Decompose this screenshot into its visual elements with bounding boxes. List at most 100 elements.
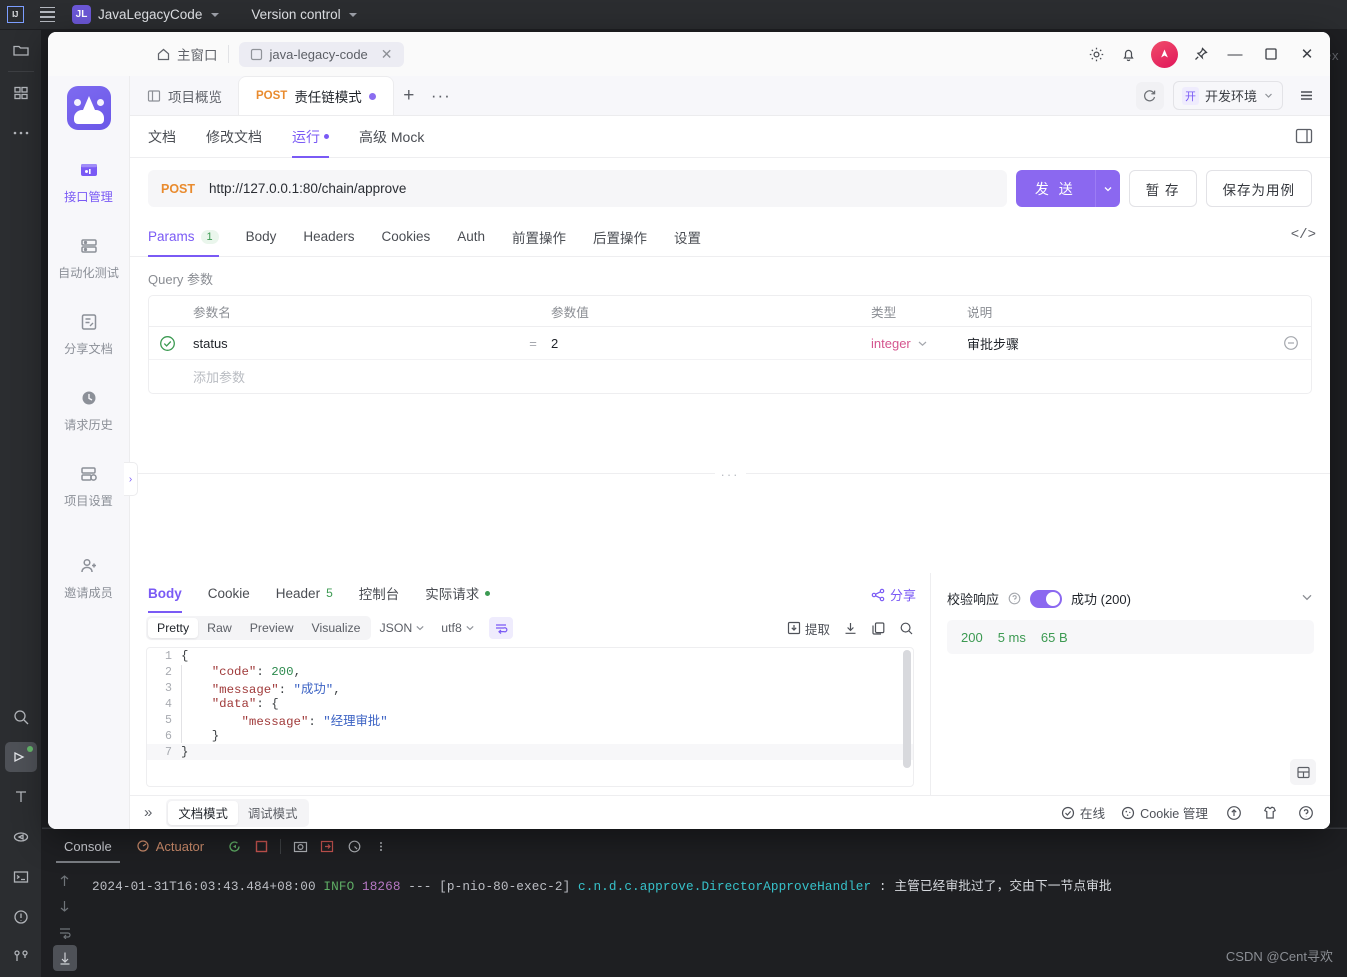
more-options-icon[interactable] (369, 834, 393, 858)
close-icon[interactable]: ✕ (381, 47, 393, 61)
tab-body[interactable]: Body (246, 217, 277, 257)
tab-chain-pattern[interactable]: POST 责任链模式 (239, 77, 393, 115)
view-mode-visualize[interactable]: Visualize (302, 618, 369, 638)
sidebar-item-more[interactable] (0, 113, 42, 153)
export-icon[interactable] (315, 834, 339, 858)
code-scrollbar[interactable] (903, 650, 911, 768)
send-button[interactable]: 发 送 (1015, 170, 1095, 207)
url-input[interactable]: POST http://127.0.0.1:80/chain/approve (148, 170, 1007, 207)
add-tab-button[interactable]: + (393, 77, 425, 115)
row-param-name[interactable]: status (185, 336, 521, 351)
tab-post-operation[interactable]: 后置操作 (593, 217, 647, 257)
view-mode-pretty[interactable]: Pretty (148, 618, 199, 638)
avatar[interactable] (1151, 40, 1178, 68)
view-mode-raw[interactable]: Raw (198, 618, 241, 638)
sidebar-item-build[interactable] (0, 777, 42, 817)
tab-actuator[interactable]: Actuator (124, 829, 216, 863)
help-icon[interactable] (1008, 592, 1021, 605)
expand-panel-button[interactable]: » (144, 804, 152, 821)
sidebar-item-debug[interactable] (0, 817, 42, 857)
maximize-button[interactable] (1254, 39, 1288, 69)
sidebar-collapse-handle[interactable]: › (124, 462, 138, 496)
row-delete-button[interactable] (1271, 335, 1311, 351)
scroll-to-end-icon[interactable] (52, 945, 77, 971)
main-menu-icon[interactable] (30, 0, 64, 30)
format-select[interactable]: JSON (371, 618, 433, 638)
env-menu-button[interactable] (1292, 82, 1320, 110)
view-mode-preview[interactable]: Preview (241, 618, 303, 638)
resp-tab-body[interactable]: Body (148, 573, 182, 613)
sidebar-item-git[interactable] (0, 937, 42, 977)
stop-icon[interactable] (249, 834, 273, 858)
sidebar-item-project-settings[interactable]: 项目设置 (48, 448, 129, 524)
upload-button[interactable] (1224, 803, 1244, 823)
search-button[interactable] (899, 621, 914, 636)
tab-params[interactable]: Params 1 (148, 217, 219, 257)
validate-toggle[interactable] (1030, 589, 1063, 608)
scroll-up-icon[interactable] (53, 867, 77, 893)
tab-pre-operation[interactable]: 前置操作 (512, 217, 566, 257)
subtab-doc[interactable]: 文档 (148, 116, 176, 158)
save-as-case-button[interactable]: 保存为用例 (1205, 170, 1312, 207)
rerun-icon[interactable] (222, 834, 246, 858)
home-tab[interactable]: 主窗口 (156, 44, 218, 64)
row-param-type[interactable]: integer (865, 336, 961, 351)
refresh-button[interactable] (1135, 81, 1164, 110)
word-wrap-button[interactable] (488, 617, 513, 639)
settings-button[interactable] (1081, 39, 1111, 69)
mode-debug[interactable]: 调试模式 (238, 801, 308, 825)
panel-splitter[interactable]: ··· (130, 467, 1330, 481)
save-draft-button[interactable]: 暂 存 (1128, 170, 1197, 207)
close-button[interactable]: ✕ (1290, 39, 1324, 69)
sidebar-item-history[interactable]: 请求历史 (48, 372, 129, 448)
tab-headers[interactable]: Headers (303, 217, 354, 257)
subtab-edit-doc[interactable]: 修改文档 (206, 116, 262, 158)
collapse-validation-icon[interactable] (1300, 590, 1314, 607)
row-param-value[interactable]: 2 (545, 336, 865, 351)
sidebar-item-invite-member[interactable]: 邀请成员 (48, 540, 129, 616)
project-selector[interactable]: JL JavaLegacyCode (64, 0, 227, 30)
sidebar-item-api-manage[interactable]: 接口管理 (48, 144, 129, 220)
sidebar-item-run[interactable] (0, 737, 42, 777)
sidebar-item-auto-test[interactable]: 自动化测试 (48, 220, 129, 296)
sidebar-item-problems[interactable] (0, 897, 42, 937)
send-options-button[interactable] (1094, 170, 1120, 207)
save-response-button[interactable] (1290, 759, 1316, 785)
response-body-code[interactable]: 1 { 2 "code": 200, 3 "message": "成功", 4 … (146, 647, 914, 787)
sidebar-item-project-files[interactable] (0, 30, 42, 70)
subtab-advanced-mock[interactable]: 高级 Mock (359, 116, 424, 158)
row-param-desc[interactable]: 审批步骤 (961, 334, 1271, 353)
resp-tab-actual-request[interactable]: 实际请求 (425, 573, 491, 613)
project-tab[interactable]: java-legacy-code ✕ (238, 41, 404, 67)
extension-button[interactable] (1260, 803, 1280, 823)
online-status[interactable]: 在线 (1061, 803, 1105, 822)
resp-tab-header[interactable]: Header 5 (276, 573, 333, 613)
resp-tab-console[interactable]: 控制台 (359, 573, 400, 613)
share-button[interactable]: 分享 (871, 585, 916, 604)
cookie-manager[interactable]: Cookie 管理 (1121, 803, 1208, 822)
notifications-button[interactable] (1113, 39, 1143, 69)
extract-button[interactable]: 提取 (787, 619, 830, 638)
download-button[interactable] (843, 621, 858, 636)
soft-wrap-icon[interactable] (53, 919, 77, 945)
sidebar-item-search[interactable] (0, 697, 42, 737)
sidebar-item-structure[interactable] (0, 73, 42, 113)
help-button[interactable] (1296, 803, 1316, 823)
code-snippet-button[interactable]: </> (1291, 227, 1316, 243)
sidebar-item-terminal[interactable] (0, 857, 42, 897)
tab-cookies[interactable]: Cookies (381, 217, 430, 257)
mode-doc[interactable]: 文档模式 (168, 800, 238, 825)
tab-more-button[interactable]: ··· (425, 77, 457, 115)
row-enabled-checkbox[interactable] (149, 335, 185, 352)
copy-button[interactable] (871, 621, 886, 636)
profiler-icon[interactable] (342, 834, 366, 858)
toggle-layout-button[interactable] (1294, 126, 1316, 148)
environment-selector[interactable]: 开 开发环境 (1172, 81, 1283, 110)
pin-button[interactable] (1186, 39, 1216, 69)
tab-project-overview[interactable]: 项目概览 (130, 77, 239, 115)
minimize-button[interactable]: — (1218, 39, 1252, 69)
tab-console[interactable]: Console (52, 829, 124, 863)
screenshot-icon[interactable] (288, 834, 312, 858)
encoding-select[interactable]: utf8 (433, 618, 483, 638)
tab-auth[interactable]: Auth (457, 217, 485, 257)
